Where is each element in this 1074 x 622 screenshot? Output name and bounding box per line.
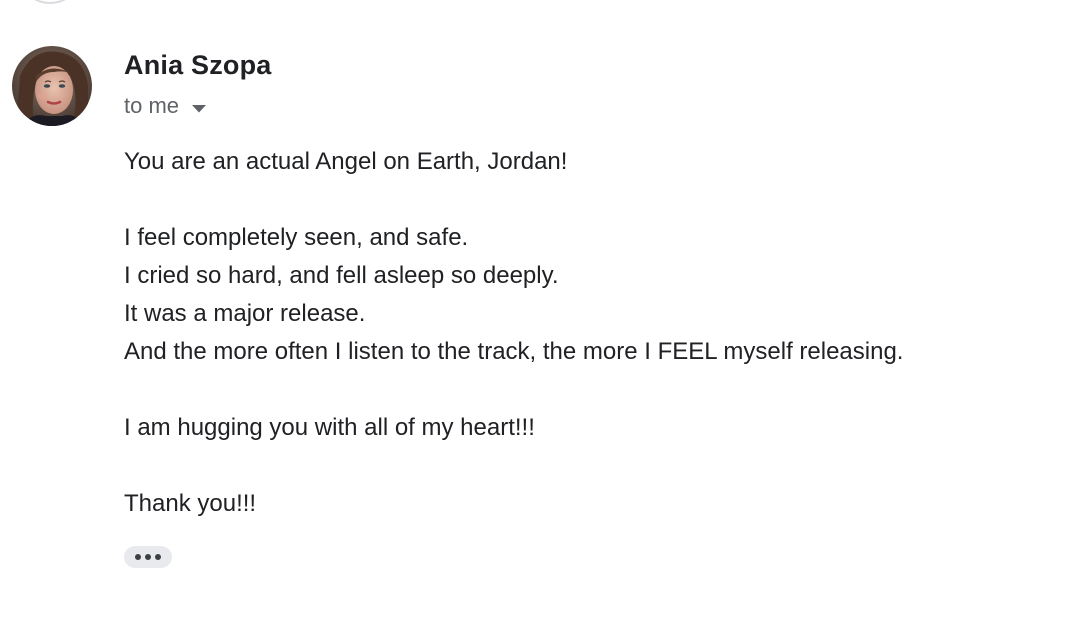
- sender-name[interactable]: Ania Szopa: [124, 50, 272, 81]
- body-line: You are an actual Angel on Earth, Jordan…: [124, 148, 568, 175]
- email-body: You are an actual Angel on Earth, Jordan…: [124, 143, 1054, 523]
- avatar-photo-icon: [12, 46, 92, 126]
- previous-avatar-outline: [22, 0, 78, 4]
- more-horiz-icon: [155, 554, 161, 560]
- body-line: It was a major release.: [124, 300, 366, 327]
- more-horiz-icon: [135, 554, 141, 560]
- body-line: I cried so hard, and fell asleep so deep…: [124, 262, 559, 289]
- body-line: I am hugging you with all of my heart!!!: [124, 414, 535, 441]
- recipient-label: to me: [124, 93, 180, 118]
- body-line: Thank you!!!: [124, 490, 257, 517]
- body-line: And the more often I listen to the track…: [124, 338, 904, 365]
- show-trimmed-content-button[interactable]: [124, 546, 172, 568]
- body-line: I feel completely seen, and safe.: [124, 224, 469, 251]
- chevron-down-icon[interactable]: [191, 101, 207, 113]
- more-horiz-icon: [145, 554, 151, 560]
- recipient-details-toggle[interactable]: to me: [124, 92, 207, 120]
- sender-avatar[interactable]: [12, 46, 92, 126]
